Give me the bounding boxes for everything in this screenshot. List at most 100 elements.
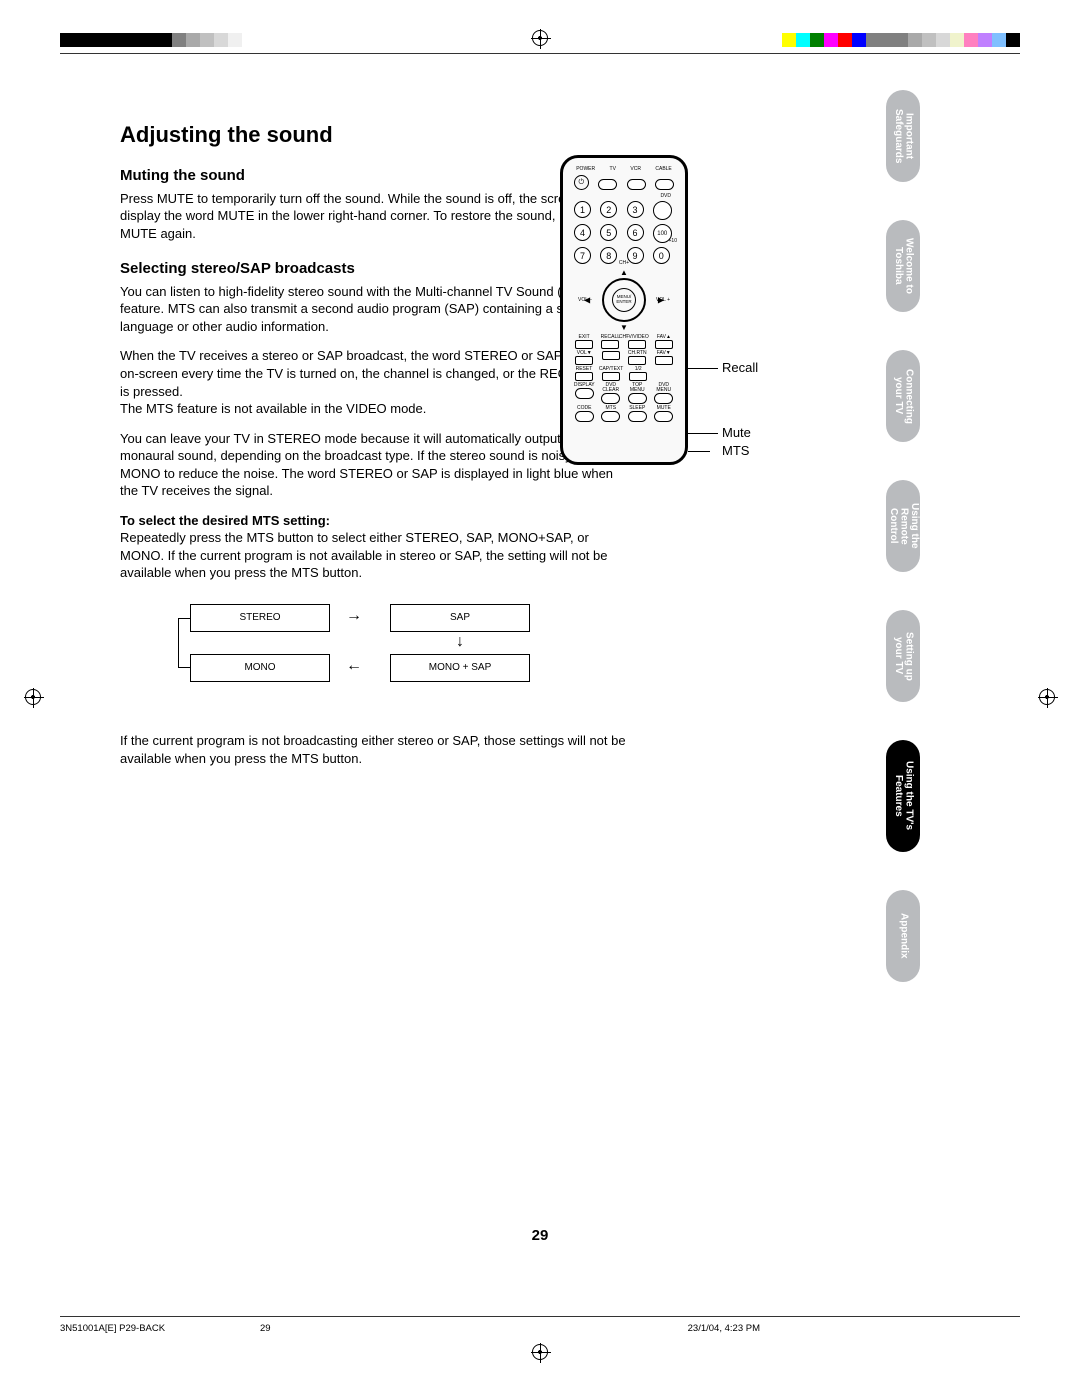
- remote-button-row-3: RESETCAP/TEXT1/2: [569, 366, 679, 382]
- remote-nav-pad: CH+ CH− VOL − VOL + ▲ ▼ ◀ ▶ MENU/ ENTER: [584, 270, 664, 330]
- calibration-square: [838, 33, 852, 47]
- remote-button-col: FAV▼: [653, 351, 676, 365]
- remote-button: [655, 356, 673, 365]
- calibration-square: [880, 33, 894, 47]
- calibration-square: [60, 33, 74, 47]
- remote-label-power: POWER: [576, 167, 595, 172]
- remote-button-label: DVD CLEAR: [600, 383, 623, 393]
- chapter-tab: Setting up your TV: [886, 610, 920, 702]
- nav-label-ch-minus: CH−: [619, 334, 629, 340]
- chapter-tab: Appendix: [886, 890, 920, 982]
- flow-connector: [178, 618, 190, 668]
- remote-button-col: CODE: [573, 406, 596, 422]
- remote-num-6: 6: [627, 224, 644, 241]
- vcr-mode-button: [627, 179, 646, 190]
- remote-num-8: 8: [600, 247, 617, 264]
- remote-num-7: 7: [574, 247, 591, 264]
- arrow-left-icon: ←: [346, 658, 362, 674]
- remote-button-col: [653, 367, 675, 381]
- calibration-square: [992, 33, 1006, 47]
- callout-line-mts: [688, 451, 710, 452]
- nav-ring: MENU/ ENTER: [602, 278, 646, 322]
- remote-button: [629, 372, 647, 381]
- sap-paragraph-1: You can listen to high-fidelity stereo s…: [120, 283, 630, 336]
- remote-button-col: CH.RTN: [626, 351, 649, 365]
- calibration-square: [908, 33, 922, 47]
- print-footer: 3N51001A[E] P29-BACK 29 23/1/04, 4:23 PM: [60, 1323, 1020, 1334]
- flow-box-mono-sap: MONO + SAP: [390, 654, 530, 682]
- calibration-square: [116, 33, 130, 47]
- mts-setting-heading: To select the desired MTS setting:: [120, 512, 630, 530]
- remote-button: [655, 340, 673, 349]
- mts-paragraph-2: If the current program is not broadcasti…: [120, 732, 630, 767]
- calibration-square: [810, 33, 824, 47]
- sap-paragraph-2b: The MTS feature is not available in the …: [120, 400, 630, 418]
- chapter-tab: Important Safeguards: [886, 90, 920, 182]
- sap-paragraph-3: You can leave your TV in STEREO mode bec…: [120, 430, 630, 500]
- remote-button-col: MTS: [600, 406, 623, 422]
- power-button: ⏻: [574, 175, 589, 190]
- nav-center-label-2: ENTER: [616, 300, 631, 305]
- remote-label-vcr: VCR: [630, 167, 641, 172]
- calibration-square: [936, 33, 950, 47]
- remote-button-col: TOP MENU: [626, 383, 649, 404]
- callout-line-mute: [688, 433, 718, 434]
- chapter-tab: Using the Remote Control: [886, 480, 920, 572]
- remote-button: [654, 393, 673, 404]
- calibration-square: [186, 33, 200, 47]
- nav-up-icon: ▲: [620, 268, 628, 277]
- calibration-square: [88, 33, 102, 47]
- calibration-square: [242, 33, 256, 47]
- cable-mode-button: [655, 179, 674, 190]
- remote-button-col: [600, 351, 623, 365]
- remote-button: [575, 340, 593, 349]
- calibration-square: [74, 33, 88, 47]
- calibration-square: [894, 33, 908, 47]
- calibration-square: [978, 33, 992, 47]
- chapter-tab: Welcome to Toshiba: [886, 220, 920, 312]
- calibration-square: [102, 33, 116, 47]
- flow-box-mono: MONO: [190, 654, 330, 682]
- calibration-square: [228, 33, 242, 47]
- muting-paragraph: Press MUTE to temporarily turn off the s…: [120, 190, 630, 243]
- remote-num-3: 3: [627, 201, 644, 218]
- remote-button-label: DVD MENU: [653, 383, 676, 393]
- calibration-squares-left: [60, 33, 256, 47]
- tv-mode-button: [598, 179, 617, 190]
- sap-paragraph-2: When the TV receives a stereo or SAP bro…: [120, 347, 630, 400]
- footer-rule: [60, 1316, 1020, 1317]
- callout-mts: MTS: [722, 443, 749, 458]
- callout-mute: Mute: [722, 425, 751, 440]
- nav-right-icon: ▶: [658, 296, 664, 305]
- calibration-square: [172, 33, 186, 47]
- callout-recall: Recall: [722, 360, 758, 375]
- remote-num-1: 1: [574, 201, 591, 218]
- calibration-square: [824, 33, 838, 47]
- remote-label-plus10: +10: [669, 238, 677, 244]
- remote-label-dvd: DVD: [660, 193, 671, 199]
- remote-button: [575, 356, 593, 365]
- remote-button-col: SLEEP: [626, 406, 649, 422]
- remote-button: [601, 340, 619, 349]
- calibration-square: [214, 33, 228, 47]
- calibration-square: [130, 33, 144, 47]
- remote-num-blank: [653, 201, 672, 220]
- remote-button: [628, 356, 646, 365]
- calibration-square: [866, 33, 880, 47]
- flow-box-stereo: STEREO: [190, 604, 330, 632]
- remote-button: [602, 372, 620, 381]
- remote-button-col: DISPLAY: [573, 383, 596, 404]
- registration-mark-top: [532, 30, 548, 46]
- calibration-square: [796, 33, 810, 47]
- remote-button: [654, 411, 673, 422]
- calibration-squares-right: [782, 33, 1020, 47]
- remote-button: [628, 340, 646, 349]
- registration-mark-left: [25, 689, 41, 705]
- chapter-tab: Using the TV's Features: [886, 740, 920, 852]
- remote-top-label-row: POWER TV VCR CABLE: [569, 167, 679, 172]
- nav-label-ch-plus: CH+: [619, 260, 629, 266]
- remote-button-col: CAP/TEXT: [599, 367, 623, 381]
- chapter-tab: Connecting your TV: [886, 350, 920, 442]
- remote-button: [628, 393, 647, 404]
- registration-mark-bottom: [532, 1344, 548, 1360]
